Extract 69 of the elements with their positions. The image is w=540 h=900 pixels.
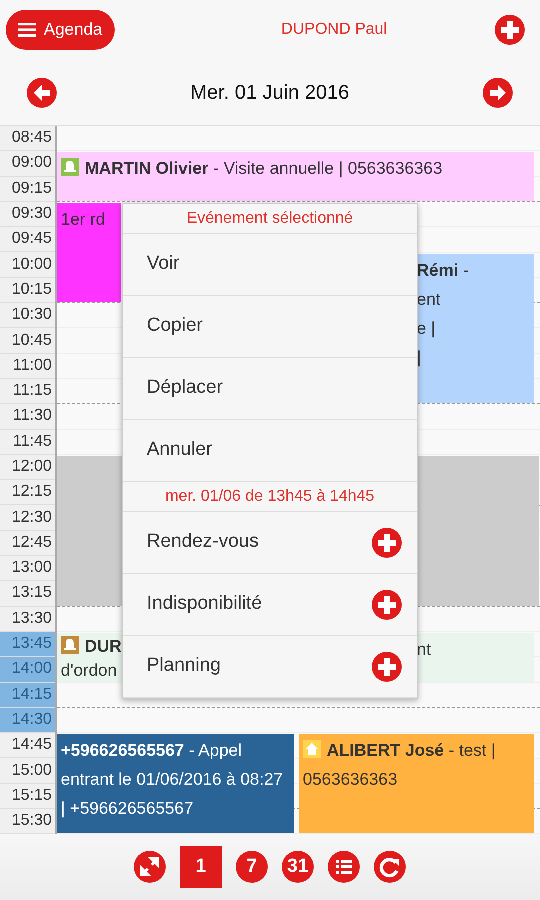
event-text: 0563636363 <box>303 770 398 790</box>
add-icon[interactable] <box>371 650 403 682</box>
refresh-button[interactable] <box>374 851 406 883</box>
month-view-button[interactable]: 31 <box>282 851 314 883</box>
time-label[interactable]: 09:30 <box>0 202 55 228</box>
menu-item[interactable]: Rendez-vous <box>147 528 259 557</box>
time-label[interactable]: 11:30 <box>0 404 55 430</box>
bell-icon <box>61 636 79 654</box>
time-label[interactable]: 08:45 <box>0 126 55 152</box>
event-text: Rémi - <box>417 260 469 280</box>
event-text: e | <box>417 318 436 338</box>
event-card[interactable]: Rémi - ent e | | <box>417 254 534 404</box>
menu-icon <box>18 23 36 37</box>
event-card[interactable]: ALIBERT José - test | 0563636363 <box>299 734 534 834</box>
event-text: | <box>417 348 422 366</box>
event-card[interactable]: 1er rd <box>57 202 121 302</box>
menu-subtitle: mer. 01/06 de 13h45 à 14h45 <box>123 482 417 512</box>
menu-item[interactable]: Annuler <box>123 420 417 482</box>
time-label[interactable]: 11:00 <box>0 354 55 379</box>
time-label[interactable]: 11:45 <box>0 430 55 455</box>
event-text: +596626565567 - Appel entrant le 01/06/2016 à 08:27 | +596626565567 <box>61 741 284 818</box>
week-view-button[interactable]: 7 <box>236 851 268 883</box>
time-label[interactable]: 13:30 <box>0 606 55 632</box>
time-label[interactable]: 12:15 <box>0 480 55 506</box>
event-card[interactable]: +596626565567 - Appel entrant le 01/06/2016 à 08:27 | +596626565567 <box>57 734 294 834</box>
time-label[interactable]: 10:45 <box>0 328 55 354</box>
list-view-button[interactable] <box>328 851 360 883</box>
add-icon[interactable] <box>371 588 403 620</box>
time-label[interactable]: 09:45 <box>0 227 55 252</box>
time-label[interactable]: 09:00 <box>0 151 55 177</box>
event-text: MARTIN Olivier - Visite annuelle | 0563636363 <box>85 159 443 178</box>
expand-button[interactable] <box>134 851 166 883</box>
time-label[interactable]: 15:00 <box>0 758 55 784</box>
menu-item[interactable]: Indisponibilité <box>147 590 262 619</box>
user-name: DUPOND Paul <box>281 20 388 40</box>
time-label[interactable]: 10:15 <box>0 278 55 304</box>
time-label[interactable]: 11:15 <box>0 378 55 404</box>
menu-item[interactable]: Copier <box>123 296 417 358</box>
time-label[interactable]: 12:00 <box>0 454 55 480</box>
event-text: DUR <box>85 637 122 656</box>
day-view-button[interactable]: 1 <box>180 846 222 888</box>
menu-title: Evénement sélectionné <box>123 204 417 234</box>
menu-item[interactable]: Voir <box>123 234 417 296</box>
time-label[interactable]: 10:30 <box>0 303 55 328</box>
add-icon[interactable] <box>494 14 526 46</box>
time-label[interactable]: 09:15 <box>0 176 55 202</box>
event-text: nt <box>417 639 432 661</box>
event-card[interactable]: MARTIN Olivier - Visite annuelle | 0563636363 <box>57 152 534 201</box>
add-icon[interactable] <box>371 526 403 558</box>
event-text: 1er rd <box>61 210 106 229</box>
time-label[interactable]: 10:00 <box>0 252 55 278</box>
time-label[interactable]: 13:00 <box>0 556 55 582</box>
event-text: ent <box>417 290 441 308</box>
time-label[interactable]: 15:15 <box>0 784 55 810</box>
time-label[interactable]: 13:15 <box>0 581 55 607</box>
date-title: Mer. 01 Juin 2016 <box>190 80 350 106</box>
next-day-icon[interactable] <box>482 76 514 108</box>
time-label[interactable]: 15:30 <box>0 809 55 834</box>
menu-button[interactable]: Agenda <box>6 10 115 50</box>
time-label[interactable]: 12:45 <box>0 530 55 556</box>
previous-day-icon[interactable] <box>26 76 58 108</box>
event-text: ALIBERT José - test | <box>327 741 496 760</box>
house-icon <box>303 740 321 758</box>
menu-item[interactable]: Planning <box>147 652 221 681</box>
event-text: d'ordon <box>61 661 118 680</box>
bell-icon <box>61 158 79 176</box>
time-label[interactable]: 14:45 <box>0 733 55 758</box>
menu-item[interactable]: Déplacer <box>123 358 417 420</box>
time-label[interactable]: 12:30 <box>0 505 55 531</box>
